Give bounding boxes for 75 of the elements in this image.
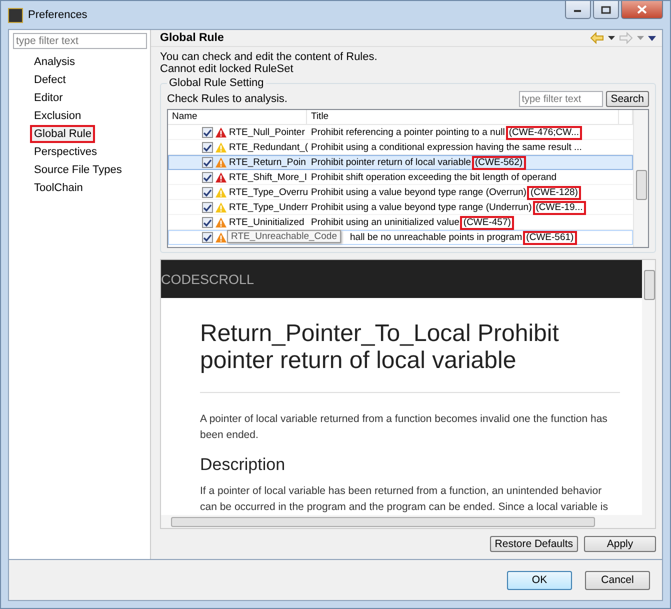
description-text: Cannot edit locked RuleSet xyxy=(160,63,294,75)
rule-name: RTE_Type_Overru xyxy=(229,187,308,198)
rule-title: hall be no unreachable points in program xyxy=(350,232,522,243)
checkbox[interactable] xyxy=(202,202,213,213)
rule-title: Prohibit using an uninitialized value xyxy=(311,217,460,228)
section-heading: Description xyxy=(200,455,286,475)
filter-field[interactable]: type filter text xyxy=(13,33,147,49)
minimize-button[interactable] xyxy=(565,1,591,19)
rule-title: Prohibit shift operation exceeding the bit length of operand xyxy=(311,172,557,183)
table-row[interactable]: RTE_Shift_More_I Prohibit shift operation exceeding the bit length of operand xyxy=(168,170,633,185)
brand-text: CODESCROLL xyxy=(161,272,254,286)
dropdown-icon[interactable] xyxy=(608,36,615,40)
maximize-icon xyxy=(601,6,611,14)
window-title: Preferences xyxy=(28,9,88,21)
app-icon xyxy=(8,8,23,22)
sidebar-item[interactable]: ToolChain xyxy=(30,179,87,197)
cwe-tag: (CWE-128) xyxy=(527,186,581,200)
rule-title: Prohibit using a value beyond type range (Overrun) xyxy=(311,187,526,198)
filter-field[interactable]: type filter text xyxy=(518,91,603,107)
scrollbar[interactable] xyxy=(642,260,655,515)
restore-defaults-button[interactable]: Restore Defaults xyxy=(490,536,578,552)
table-row[interactable]: RTE_Null_Pointer Prohibit referencing a pointer pointing to a null (CWE-476;CW... xyxy=(168,125,633,140)
column-header[interactable]: Title xyxy=(307,110,619,124)
cancel-button[interactable]: Cancel xyxy=(585,570,650,590)
page-title: Global Rule xyxy=(160,32,224,44)
checkbox[interactable] xyxy=(202,217,213,228)
description-text: You can check and edit the content of Rules. xyxy=(160,51,378,63)
checkbox[interactable] xyxy=(202,172,213,183)
rule-name: RTE_Shift_More_I xyxy=(229,172,307,183)
checkbox[interactable] xyxy=(202,157,213,168)
sidebar-item[interactable]: Editor xyxy=(30,89,67,107)
rule-title: Prohibit pointer return of local variable xyxy=(311,157,472,168)
tooltip: RTE_Unreachable_Code xyxy=(227,230,341,243)
cwe-tag: (CWE-561) xyxy=(523,230,577,244)
table-row[interactable]: RTE_Return_Poin Prohibit pointer return of local variable (CWE-562) xyxy=(168,155,633,170)
document-paragraph: If a pointer of local variable has been returned from a function, an unintended behavior can be occurred in the program and the program can be ended. Since a local variable is xyxy=(200,484,609,515)
sidebar-item[interactable]: Exclusion xyxy=(30,107,86,125)
checkbox[interactable] xyxy=(202,187,213,198)
checkbox[interactable] xyxy=(202,232,213,243)
scrollbar[interactable] xyxy=(161,515,655,528)
cwe-tag: (CWE-457) xyxy=(460,216,514,230)
document-heading: Return_Pointer_To_Local Prohibit pointer return of local variable xyxy=(200,320,620,393)
hint-text: Check Rules to analysis. xyxy=(167,93,288,105)
rule-name: RTE_Redundant_( xyxy=(229,142,308,153)
view-menu-icon[interactable] xyxy=(648,36,656,40)
maximize-button[interactable] xyxy=(593,1,619,19)
document-paragraph: A pointer of local variable returned from a function becomes invalid one the function has been ended. xyxy=(200,412,608,443)
sidebar-item[interactable]: Analysis xyxy=(30,53,79,71)
group-title: Global Rule Setting xyxy=(168,77,265,89)
sidebar-item[interactable]: Global Rule xyxy=(30,125,96,143)
rule-title: Prohibit referencing a pointer pointing to a null xyxy=(311,127,505,138)
column-header[interactable]: Name xyxy=(168,110,307,124)
rule-name: RTE_Null_Pointer xyxy=(229,127,305,138)
checkbox[interactable] xyxy=(202,142,213,153)
sidebar-item[interactable]: Perspectives xyxy=(30,143,101,161)
rule-title: Prohibit using a conditional expression having the same result ... xyxy=(311,142,582,153)
cwe-tag: (CWE-19... xyxy=(532,200,586,214)
search-button[interactable]: Search xyxy=(606,91,649,107)
rule-name: RTE_Type_Underr xyxy=(229,202,308,213)
table-row[interactable]: RTE_Type_Underr Prohibit using a value beyond type range (Underrun) (CWE-19... xyxy=(168,200,633,215)
apply-button[interactable]: Apply xyxy=(584,536,656,552)
checkbox[interactable] xyxy=(202,127,213,138)
table-row[interactable]: RTE_Type_Overru Prohibit using a value beyond type range (Overrun) (CWE-128) xyxy=(168,185,633,200)
rule-name: RTE_Uninitialized xyxy=(229,217,304,228)
scrollbar[interactable] xyxy=(633,110,648,247)
rule-name: RTE_Return_Poin xyxy=(229,157,306,168)
cwe-tag: (CWE-476;CW... xyxy=(506,126,582,140)
sidebar-item[interactable]: Defect xyxy=(30,71,70,89)
close-button[interactable] xyxy=(621,1,663,19)
rule-title: Prohibit using a value beyond type range (Underrun) xyxy=(311,202,532,213)
table-row[interactable]: RTE_Unreachable_Code hall be no unreachable points in program (CWE-561) xyxy=(168,230,633,245)
close-icon xyxy=(637,5,647,14)
cwe-tag: (CWE-562) xyxy=(472,156,526,170)
sidebar-item[interactable]: Source File Types xyxy=(30,161,126,179)
ok-button[interactable]: OK xyxy=(507,570,572,590)
